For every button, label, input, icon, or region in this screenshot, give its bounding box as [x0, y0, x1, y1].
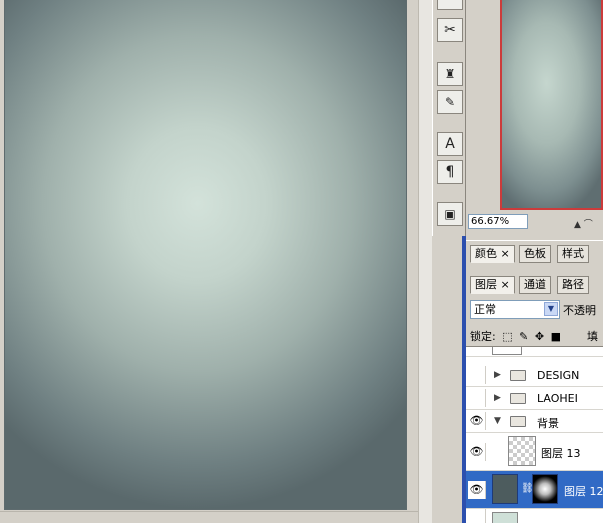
vertical-scrollbar[interactable] — [418, 0, 432, 523]
layers-panel-tabs: 图层 × 通道 路径 — [466, 276, 603, 296]
lock-label: 锁定: — [470, 330, 496, 343]
tab-paths[interactable]: 路径 — [557, 276, 589, 294]
layer-row-12[interactable]: 👁 ⛓ 图层 12 — [466, 471, 603, 509]
text-tool-icon[interactable]: A — [437, 132, 463, 156]
zoom-input[interactable]: 66.67% — [468, 214, 528, 229]
visibility-toggle[interactable] — [468, 389, 486, 407]
layer-mask-thumbnail[interactable] — [532, 474, 558, 504]
document-canvas[interactable] — [5, 0, 406, 509]
lock-all-icon[interactable]: ■ — [551, 330, 561, 343]
layer-list: ▶ DESIGN ▶ LAOHEI 👁 ▼ 背景 👁 图层 13 👁 ⛓ 图层 … — [466, 346, 603, 523]
screen-mode-icon[interactable]: ▣ — [437, 202, 463, 226]
eye-icon[interactable]: 👁 — [468, 412, 486, 430]
tab-channels[interactable]: 通道 — [519, 276, 551, 294]
chevron-down-icon[interactable]: ▼ — [544, 302, 558, 316]
layer-name: 背景 — [537, 417, 559, 430]
tab-color-label: 颜色 — [475, 247, 497, 260]
close-icon[interactable]: × — [501, 247, 510, 260]
layer-name: LAOHEI — [537, 392, 578, 405]
horizontal-scrollbar[interactable] — [0, 511, 418, 523]
expand-arrow-icon[interactable]: ▶ — [494, 393, 501, 403]
expand-arrow-icon[interactable]: ▶ — [494, 370, 501, 380]
folder-icon — [510, 393, 526, 404]
tab-layers[interactable]: 图层 × — [470, 276, 515, 294]
tab-layers-label: 图层 — [475, 278, 497, 291]
toolbox: ✂ ♜ ✎ A ¶ ▣ — [432, 0, 466, 236]
lock-brush-icon[interactable]: ✎ — [519, 330, 528, 343]
eye-icon[interactable]: 👁 — [468, 481, 486, 499]
layer-name: 图层 12 — [564, 485, 603, 498]
fill-label: 填 — [587, 330, 598, 343]
crop-icon[interactable]: ✂ — [437, 18, 463, 42]
layer-row-laohei[interactable]: ▶ LAOHEI — [466, 387, 603, 410]
layer-row-background-group[interactable]: 👁 ▼ 背景 — [466, 410, 603, 433]
document-canvas-area[interactable] — [0, 0, 418, 523]
layer-thumbnail — [492, 512, 518, 523]
folder-icon — [510, 370, 526, 381]
color-panel-tabs: 颜色 × 色板 样式 — [466, 240, 603, 266]
layer-thumbnail — [492, 474, 518, 504]
layer-thumbnail — [508, 436, 536, 466]
layer-row-partial-bottom[interactable] — [466, 509, 603, 523]
blend-mode-row: 正常 ▼ 不透明 — [466, 300, 603, 320]
layer-name: 图层 13 — [541, 447, 581, 460]
tab-color[interactable]: 颜色 × — [470, 245, 515, 263]
navigator-thumbnail[interactable] — [500, 0, 603, 210]
folder-icon — [510, 416, 526, 427]
layer-name: DESIGN — [537, 369, 580, 382]
eye-icon[interactable]: 👁 — [468, 443, 486, 461]
history-brush-icon[interactable]: ✎ — [437, 90, 463, 114]
lock-row: 锁定: ⬚ ✎ ✥ ■ — [470, 328, 564, 344]
lock-move-icon[interactable]: ✥ — [535, 330, 544, 343]
navigator-panel: 66.67% ▲ ⌒ — [466, 0, 603, 236]
layers-panel: 图层 × 通道 路径 正常 ▼ 不透明 锁定: ⬚ ✎ ✥ ■ 填 ▶ DESI… — [466, 266, 603, 523]
visibility-toggle[interactable] — [468, 366, 486, 384]
stamp-icon[interactable]: ♜ — [437, 62, 463, 86]
layer-thumbnail — [492, 347, 522, 355]
tool-button-top[interactable] — [437, 0, 463, 10]
layer-row-design[interactable]: ▶ DESIGN — [466, 364, 603, 387]
tab-styles[interactable]: 样式 — [557, 245, 589, 263]
zoom-slider-icon[interactable]: ▲ ⌒ — [574, 217, 593, 230]
layer-row-13[interactable]: 👁 图层 13 — [466, 433, 603, 471]
opacity-label: 不透明 — [563, 304, 596, 317]
close-icon[interactable]: × — [501, 278, 510, 291]
layer-row-partial[interactable] — [466, 347, 603, 357]
tab-swatches[interactable]: 色板 — [519, 245, 551, 263]
blend-mode-value: 正常 — [474, 303, 496, 316]
paragraph-icon[interactable]: ¶ — [437, 160, 463, 184]
collapse-arrow-icon[interactable]: ▼ — [494, 416, 501, 426]
lock-transparency-icon[interactable]: ⬚ — [502, 330, 512, 343]
panel-separator — [432, 236, 466, 523]
visibility-toggle[interactable] — [468, 509, 486, 523]
